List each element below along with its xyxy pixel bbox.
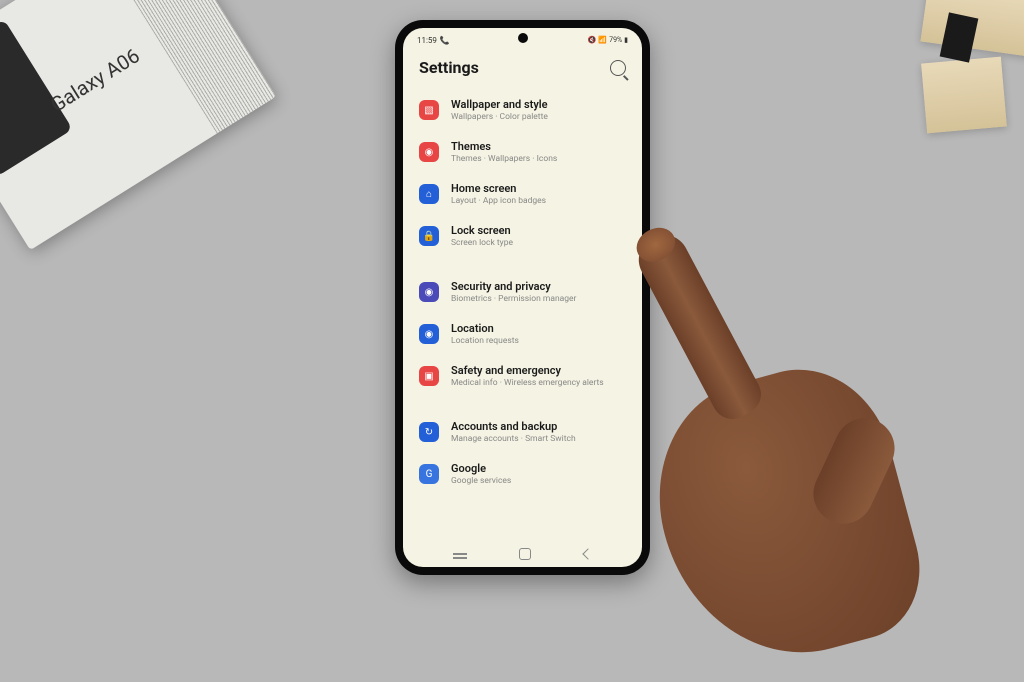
setting-accounts[interactable]: ↻ Accounts and backup Manage accounts · … xyxy=(411,411,634,453)
settings-list: ▧ Wallpaper and style Wallpapers · Color… xyxy=(403,89,642,495)
back-button[interactable] xyxy=(582,548,593,559)
emergency-icon: ▣ xyxy=(419,366,439,386)
settings-header: Settings xyxy=(403,48,642,89)
recent-apps-button[interactable] xyxy=(453,553,467,555)
setting-subtitle: Manage accounts · Smart Switch xyxy=(451,434,626,444)
volume-icon: 🔇 xyxy=(588,36,597,44)
camera-notch xyxy=(518,33,528,43)
sync-icon: ↻ xyxy=(419,422,439,442)
setting-wallpaper[interactable]: ▧ Wallpaper and style Wallpapers · Color… xyxy=(411,89,634,131)
setting-home-screen[interactable]: ⌂ Home screen Layout · App icon badges xyxy=(411,173,634,215)
battery-icon: ▮ xyxy=(624,36,628,44)
setting-subtitle: Layout · App icon badges xyxy=(451,196,626,206)
setting-themes[interactable]: ◉ Themes Themes · Wallpapers · Icons xyxy=(411,131,634,173)
setting-subtitle: Biometrics · Permission manager xyxy=(451,294,626,304)
setting-title: Location xyxy=(451,322,626,335)
page-title: Settings xyxy=(419,58,479,77)
setting-title: Accounts and backup xyxy=(451,420,626,433)
product-box: Galaxy A06 xyxy=(0,0,276,250)
home-button[interactable] xyxy=(519,548,531,560)
home-icon: ⌂ xyxy=(419,184,439,204)
setting-title: Home screen xyxy=(451,182,626,195)
setting-subtitle: Google services xyxy=(451,476,626,486)
google-icon: G xyxy=(419,464,439,484)
setting-subtitle: Themes · Wallpapers · Icons xyxy=(451,154,626,164)
setting-safety[interactable]: ▣ Safety and emergency Medical info · Wi… xyxy=(411,355,634,397)
box-product-name: Galaxy A06 xyxy=(46,43,144,116)
setting-title: Google xyxy=(451,462,626,475)
setting-title: Lock screen xyxy=(451,224,626,237)
navigation-bar xyxy=(403,541,642,567)
themes-icon: ◉ xyxy=(419,142,439,162)
phone-screen: 11:59 📞 🔇 📶 79% ▮ Settings ▧ Wallpaper a… xyxy=(403,28,642,567)
setting-lock-screen[interactable]: 🔒 Lock screen Screen lock type xyxy=(411,215,634,257)
setting-subtitle: Wallpapers · Color palette xyxy=(451,112,626,122)
wood-block xyxy=(921,57,1007,134)
setting-security[interactable]: ◉ Security and privacy Biometrics · Perm… xyxy=(411,271,634,313)
setting-location[interactable]: ◉ Location Location requests xyxy=(411,313,634,355)
setting-title: Wallpaper and style xyxy=(451,98,626,111)
lock-icon: 🔒 xyxy=(419,226,439,246)
phone-device: 11:59 📞 🔇 📶 79% ▮ Settings ▧ Wallpaper a… xyxy=(395,20,650,575)
status-time: 11:59 xyxy=(417,36,437,45)
location-icon: ◉ xyxy=(419,324,439,344)
search-icon[interactable] xyxy=(610,60,626,76)
battery-text: 79% xyxy=(609,36,622,44)
wallpaper-icon: ▧ xyxy=(419,100,439,120)
setting-title: Themes xyxy=(451,140,626,153)
shield-icon: ◉ xyxy=(419,282,439,302)
setting-subtitle: Screen lock type xyxy=(451,238,626,248)
signal-icon: 📶 xyxy=(598,36,607,44)
setting-title: Security and privacy xyxy=(451,280,626,293)
setting-google[interactable]: G Google Google services xyxy=(411,453,634,495)
setting-title: Safety and emergency xyxy=(451,364,626,377)
setting-subtitle: Medical info · Wireless emergency alerts xyxy=(451,378,626,388)
setting-subtitle: Location requests xyxy=(451,336,626,346)
phone-icon: 📞 xyxy=(440,36,450,45)
